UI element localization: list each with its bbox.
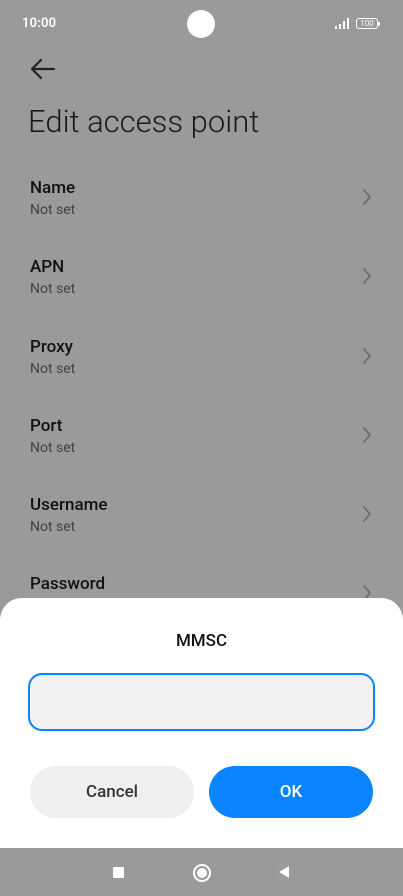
chevron-right-icon [363, 427, 371, 443]
circle-icon[interactable] [193, 864, 211, 882]
setting-value: Not set [30, 281, 76, 297]
setting-label: APN [30, 257, 65, 277]
screen: 10:00 100 Edit access point Name Not set… [0, 0, 403, 896]
cancel-button[interactable]: Cancel [30, 766, 194, 818]
chevron-right-icon [363, 506, 371, 522]
navigation-bar [0, 848, 403, 896]
setting-item-username[interactable]: Username Not set [0, 495, 403, 565]
page-title: Edit access point [28, 103, 260, 140]
back-arrow-icon[interactable] [28, 55, 58, 83]
setting-label: Port [30, 416, 63, 436]
triangle-left-icon[interactable] [277, 864, 291, 880]
setting-item-port[interactable]: Port Not set [0, 416, 403, 486]
status-time: 10:00 [22, 16, 57, 31]
ok-button[interactable]: OK [209, 766, 373, 818]
setting-item-apn[interactable]: APN Not set [0, 257, 403, 327]
setting-item-proxy[interactable]: Proxy Not set [0, 337, 403, 407]
square-icon[interactable] [113, 867, 124, 878]
setting-item-name[interactable]: Name Not set [0, 178, 403, 248]
front-camera [187, 10, 215, 38]
status-bar: 10:00 100 [0, 0, 403, 48]
signal-icon [335, 18, 349, 29]
chevron-right-icon [363, 189, 371, 205]
setting-label: Proxy [30, 337, 73, 357]
setting-label: Username [30, 495, 108, 515]
setting-value: Not set [30, 202, 76, 218]
setting-value: Not set [30, 440, 76, 456]
dialog-title: MMSC [175, 631, 228, 651]
setting-label: Password [30, 574, 106, 594]
setting-value: Not set [30, 519, 76, 535]
chevron-right-icon [363, 268, 371, 284]
battery-icon: 100 [356, 18, 380, 29]
mmsc-input[interactable] [28, 673, 375, 731]
mmsc-dialog: MMSC Cancel OK [0, 598, 403, 848]
chevron-right-icon [363, 348, 371, 364]
setting-value: Not set [30, 361, 76, 377]
setting-label: Name [30, 178, 76, 198]
